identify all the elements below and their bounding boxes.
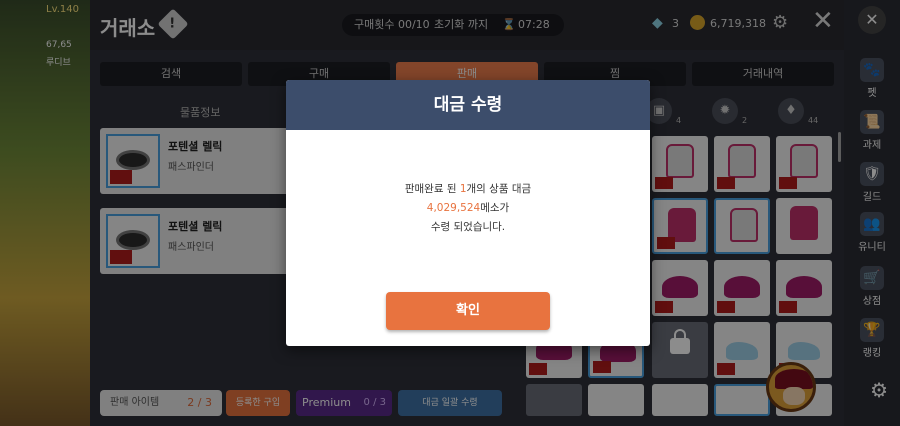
payment-received-dialog: 대금 수령 판매완료 된 1개의 상품 대금 4,029,524메소가 수령 되… [286, 80, 650, 346]
sold-count: 1 [459, 183, 467, 195]
message-line-1: 판매완료 된 1개의 상품 대금 [404, 183, 532, 195]
dialog-message: 판매완료 된 1개의 상품 대금 4,029,524메소가 수령 되었습니다. [286, 180, 650, 237]
confirm-button[interactable]: 확인 [386, 292, 550, 330]
dialog-title: 대금 수령 [286, 80, 650, 130]
message-line-3: 수령 되었습니다. [430, 221, 506, 233]
received-amount: 4,029,524 [426, 202, 481, 214]
message-line-2: 4,029,524메소가 [426, 202, 510, 214]
